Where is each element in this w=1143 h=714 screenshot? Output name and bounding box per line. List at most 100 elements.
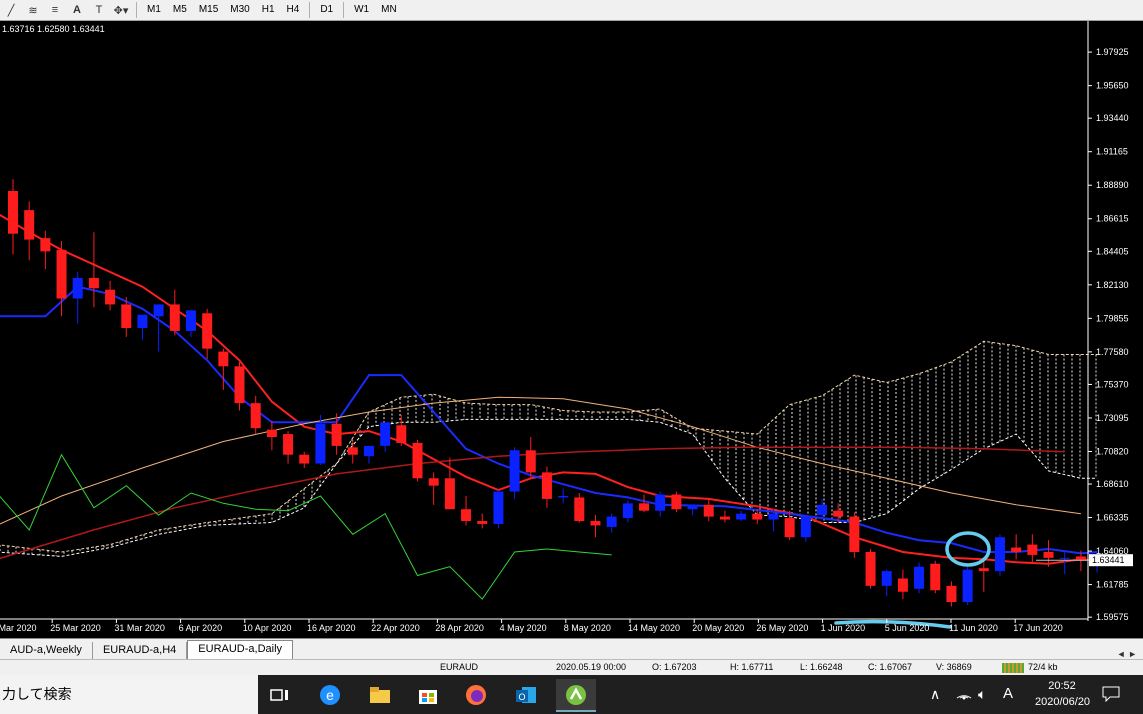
timeframe-button-h4[interactable]: H4	[281, 1, 306, 19]
candle-body	[315, 423, 326, 464]
status-volume: V: 36869	[936, 662, 972, 672]
candle-body	[865, 551, 876, 586]
candle-body	[202, 313, 213, 349]
speaker-muted-icon[interactable]: 🔈︎	[978, 686, 986, 703]
candle-body	[428, 478, 439, 486]
timeframe-button-h1[interactable]: H1	[256, 1, 281, 19]
candle-body	[849, 516, 860, 552]
status-bar: EURAUD 2020.05.19 00:00 O: 1.67203 H: 1.…	[0, 659, 1143, 676]
firefox-icon[interactable]	[456, 679, 496, 710]
price-chart[interactable]: 1.97925 1.95650 1.93440 1.91165 1.88890 1.866…	[0, 21, 1143, 636]
candle-body	[121, 304, 132, 328]
status-datetime: 2020.05.19 00:00	[556, 662, 627, 672]
action-center-icon[interactable]	[1102, 686, 1120, 705]
traffic-meter-icon	[1002, 663, 1024, 673]
metatrader-icon[interactable]	[556, 679, 596, 712]
candle-body	[153, 304, 164, 317]
candle-body	[137, 314, 148, 328]
candle-body	[558, 495, 569, 498]
time-tick-label: 1 Jun 2020	[821, 623, 866, 633]
candle-body	[1059, 557, 1070, 559]
candle-body	[185, 310, 196, 331]
price-tick-label: 1.61785	[1096, 580, 1129, 590]
candle-body	[266, 429, 277, 438]
timeframe-button-m15[interactable]: M15	[193, 1, 224, 19]
time-tick-label: 4 May 2020	[500, 623, 547, 633]
candle-body	[363, 445, 374, 457]
price-tick-label: 1.82130	[1096, 280, 1129, 290]
fibonacci-tool-icon[interactable]: ≋	[22, 1, 44, 19]
text-box-icon[interactable]: T	[88, 1, 110, 19]
timeframe-button-w1[interactable]: W1	[348, 1, 375, 19]
candle-body	[622, 503, 633, 519]
candle-body	[250, 403, 261, 429]
candle-body	[703, 504, 714, 517]
file-explorer-icon[interactable]	[360, 679, 400, 710]
taskbar-clock[interactable]: 20:52 2020/06/20	[1035, 678, 1090, 710]
candle-body	[493, 491, 504, 524]
price-tick-label: 1.70820	[1096, 446, 1129, 456]
candle-body	[881, 571, 892, 586]
timeframe-button-m1[interactable]: M1	[141, 1, 167, 19]
toolbar: ╱ ≋ ≡ A T ✥▾ M1 M5 M15 M30 H1 H4 D1 W1 MN	[0, 0, 1143, 21]
candle-body	[380, 422, 391, 446]
candle-body	[978, 568, 989, 572]
price-tick-label: 1.84405	[1096, 246, 1129, 256]
candle-body	[40, 238, 51, 252]
candle-body	[24, 210, 35, 240]
price-tick-label: 1.66335	[1096, 513, 1129, 523]
candle-body	[525, 450, 536, 473]
candle-body	[283, 434, 294, 455]
candle-body	[331, 423, 342, 446]
network-icon[interactable]	[956, 686, 972, 703]
candle-body	[8, 190, 18, 234]
time-tick-label: 31 Mar 2020	[114, 623, 165, 633]
text-label-icon[interactable]: A	[66, 1, 88, 19]
candle-body	[1043, 551, 1054, 558]
candle-body	[962, 569, 973, 603]
timeframe-button-m30[interactable]: M30	[224, 1, 255, 19]
candle-body	[736, 513, 747, 520]
candle-body	[897, 578, 908, 592]
timeframe-buttons: M1 M5 M15 M30 H1 H4 D1 W1 MN	[141, 1, 403, 19]
arrows-dropdown-icon[interactable]: ✥▾	[110, 1, 132, 19]
task-view-icon[interactable]	[260, 679, 300, 710]
time-tick-label: 6 Apr 2020	[179, 623, 223, 633]
candle-body	[671, 494, 682, 510]
fibonacci-fan-icon[interactable]: ≡	[44, 1, 66, 19]
price-tick-label: 1.79855	[1096, 313, 1129, 323]
edge-browser-icon[interactable]: e	[310, 679, 350, 710]
candle-body	[541, 472, 552, 499]
show-hidden-icons-icon[interactable]: ∧	[930, 686, 940, 703]
timeframe-button-mn[interactable]: MN	[375, 1, 403, 19]
candle-body	[1027, 544, 1038, 555]
candle-body	[444, 478, 455, 510]
price-tick-label: 1.86615	[1096, 214, 1129, 224]
status-close: C: 1.67067	[868, 662, 913, 672]
candle-body	[800, 516, 811, 538]
tab-h4[interactable]: EURAUD-a,H4	[93, 642, 188, 659]
timeframe-button-m5[interactable]: M5	[167, 1, 193, 19]
candle-body	[946, 585, 957, 603]
price-tick-label: 1.75370	[1096, 379, 1129, 389]
taskbar-search-box[interactable]: 力して検索	[0, 675, 258, 714]
status-low: L: 1.66248	[800, 662, 843, 672]
candle-body	[833, 510, 844, 517]
candle-body	[105, 289, 116, 305]
candle-body	[461, 509, 472, 522]
tab-scroll-arrows[interactable]: ◄ ►	[1117, 649, 1143, 659]
tab-daily[interactable]: EURAUD-a,Daily	[187, 640, 294, 659]
timeframe-button-d1[interactable]: D1	[314, 1, 339, 19]
store-icon[interactable]	[408, 679, 448, 710]
tab-weekly[interactable]: AUD-a,Weekly	[0, 642, 93, 659]
candle-body	[784, 518, 795, 538]
outlook-icon[interactable]: O	[506, 679, 546, 710]
status-traffic: 72/4 kb	[1028, 662, 1058, 672]
ime-indicator[interactable]: A	[1003, 685, 1013, 702]
candle-body	[590, 521, 601, 526]
candle-body	[687, 504, 698, 510]
candle-body	[768, 513, 779, 520]
candle-body	[56, 249, 67, 299]
time-tick-label: 19 Mar 2020	[0, 623, 37, 633]
line-tool-icon[interactable]: ╱	[0, 1, 22, 19]
